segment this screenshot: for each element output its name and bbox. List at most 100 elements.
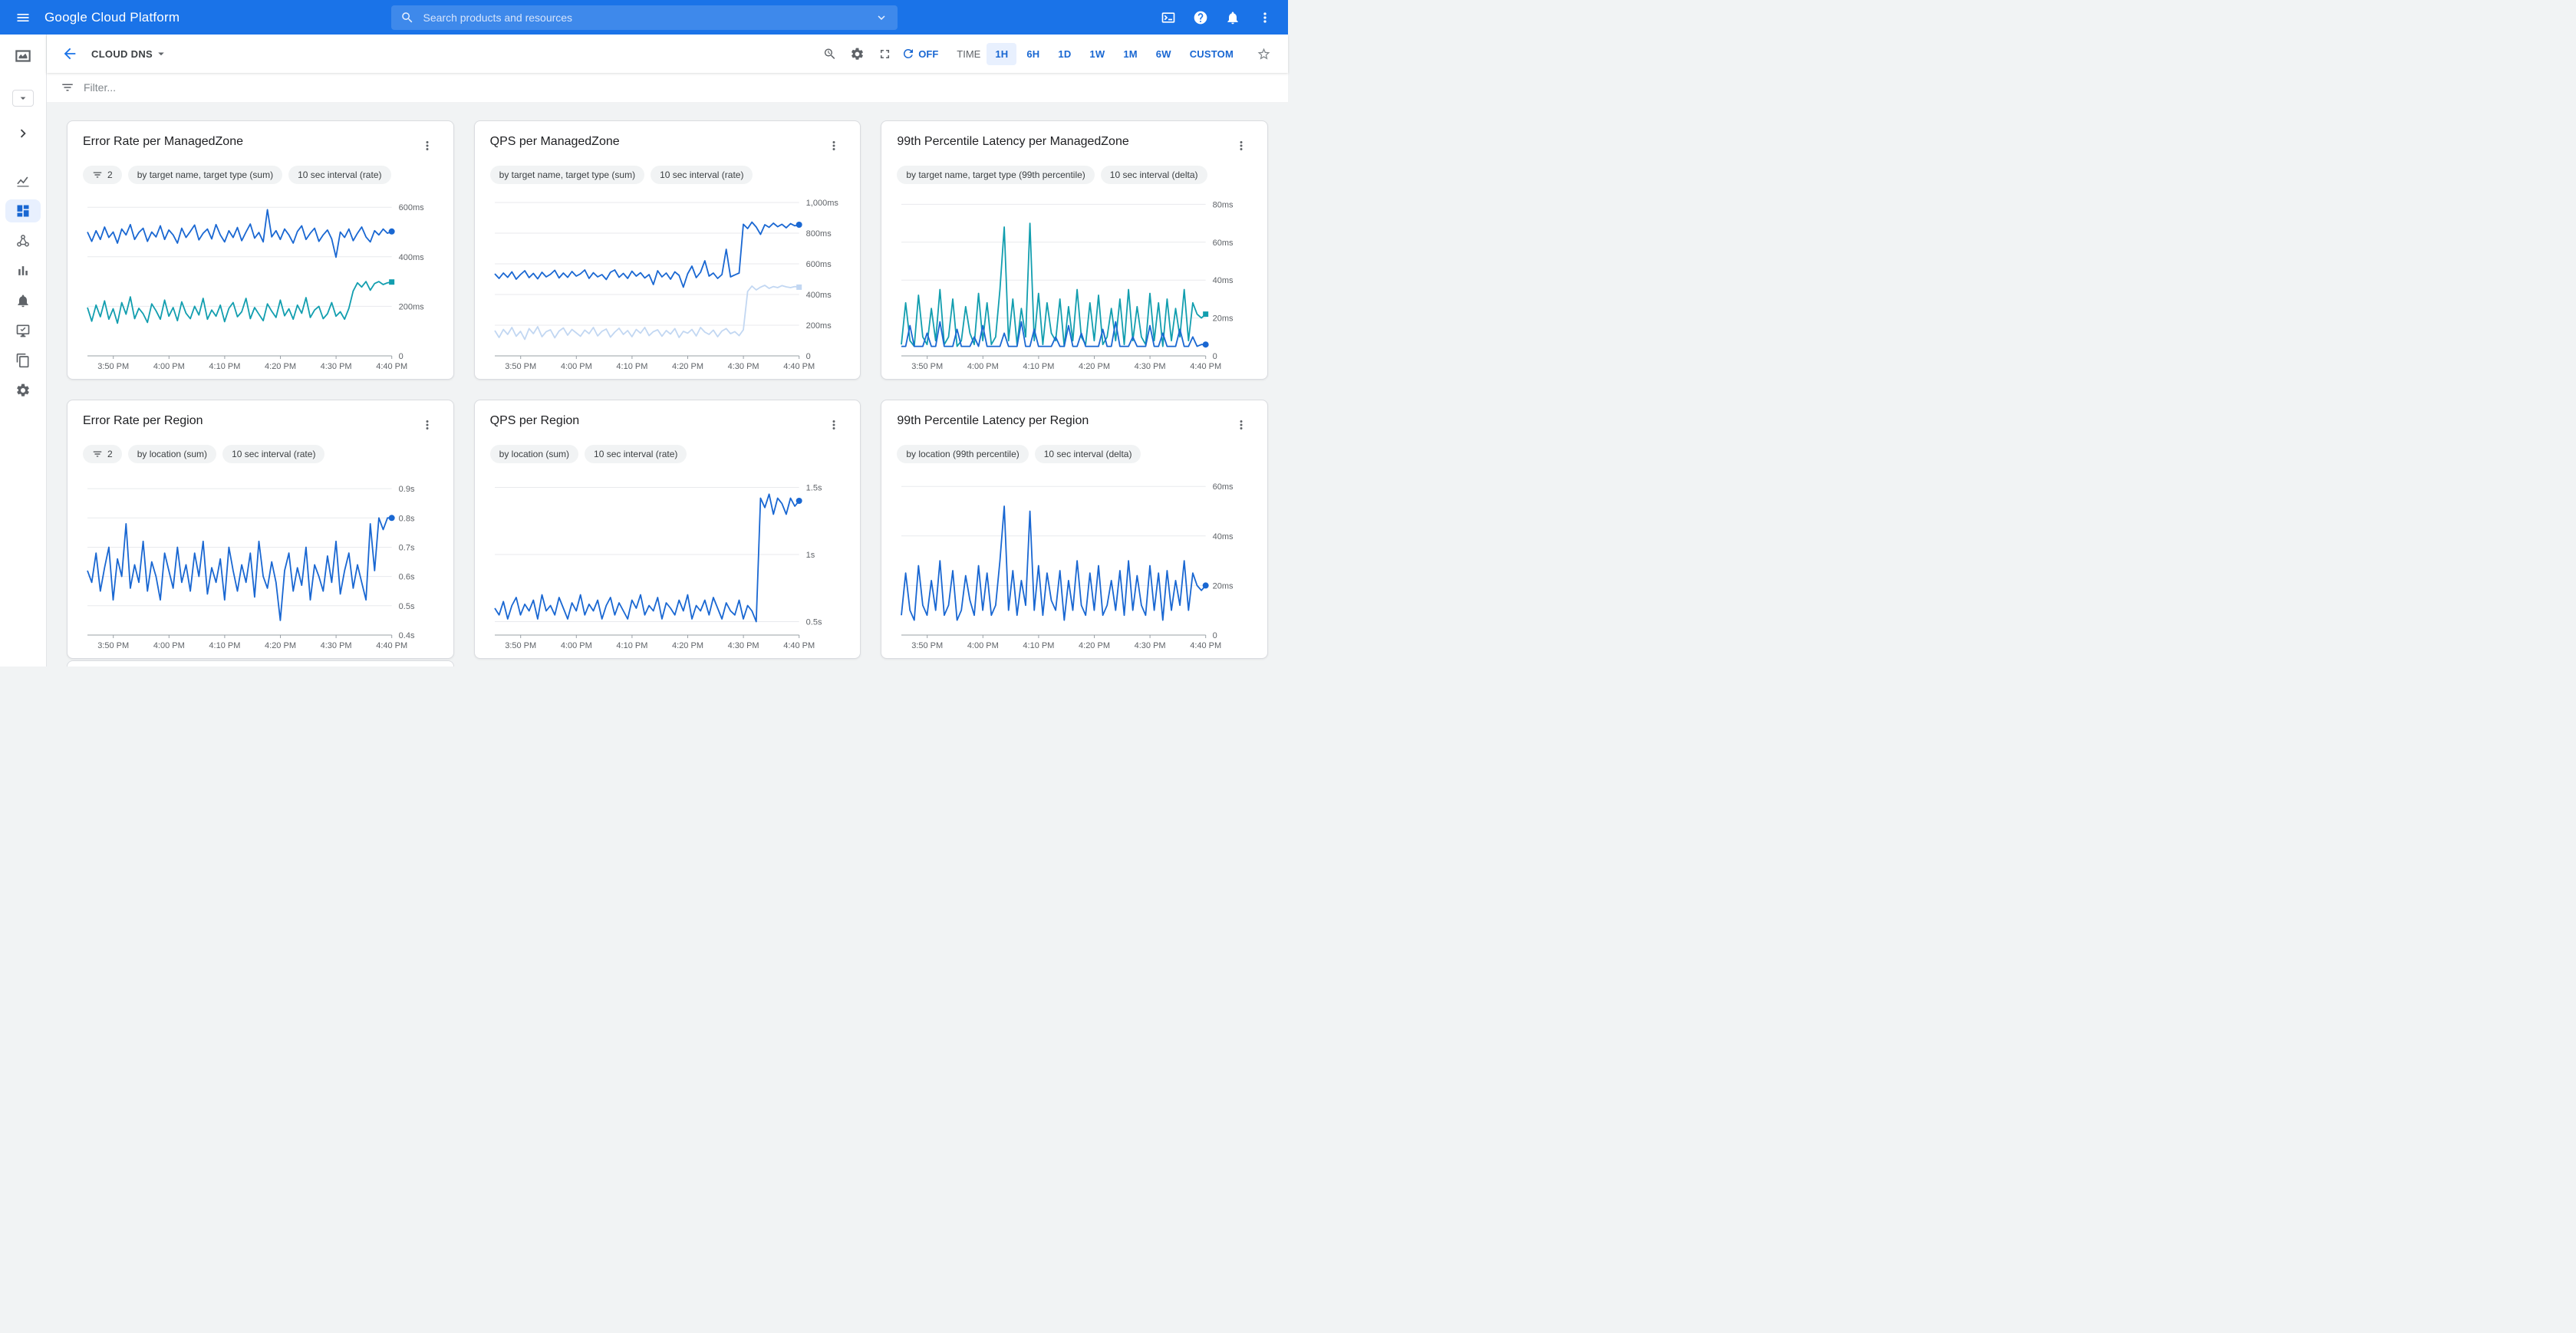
workspace-dropdown-button[interactable] — [12, 90, 34, 107]
chip-row: by target name, target type (sum)10 sec … — [490, 166, 847, 184]
star-button[interactable] — [1250, 40, 1277, 67]
time-range-1m[interactable]: 1M — [1115, 43, 1145, 65]
timeseries-chart[interactable]: 1.5s1s0.5s3:50 PM4:00 PM4:10 PM4:20 PM4:… — [490, 466, 847, 653]
filter-count: 2 — [107, 449, 113, 459]
metrics-explorer-icon — [15, 263, 31, 278]
svg-text:3:50 PM: 3:50 PM — [97, 362, 129, 371]
dashboard-filter-input[interactable]: Filter... — [84, 81, 116, 94]
svg-text:3:50 PM: 3:50 PM — [505, 641, 536, 650]
chart-options-button[interactable] — [822, 413, 846, 437]
partial-card — [67, 660, 454, 666]
svg-text:4:20 PM: 4:20 PM — [672, 362, 703, 371]
svg-text:1.5s: 1.5s — [805, 484, 822, 493]
svg-text:400ms: 400ms — [805, 291, 832, 300]
more-options-button[interactable] — [1250, 2, 1280, 33]
timeseries-chart[interactable]: 1,000ms800ms600ms400ms200ms03:50 PM4:00 … — [490, 187, 847, 374]
svg-text:0.9s: 0.9s — [399, 485, 415, 494]
time-range-1h[interactable]: 1H — [987, 43, 1016, 65]
svg-text:4:10 PM: 4:10 PM — [209, 641, 240, 650]
chip-row: by target name, target type (99th percen… — [897, 166, 1253, 184]
chart-options-button[interactable] — [415, 413, 440, 437]
time-range-custom[interactable]: CUSTOM — [1181, 43, 1242, 65]
time-search-button[interactable] — [815, 40, 843, 67]
timeseries-chart[interactable]: 600ms400ms200ms03:50 PM4:00 PM4:10 PM4:2… — [83, 187, 440, 374]
time-range-6h[interactable]: 6H — [1018, 43, 1048, 65]
search-bar[interactable]: Search products and resources — [391, 5, 898, 30]
filter-count: 2 — [107, 170, 113, 180]
svg-text:0: 0 — [399, 352, 404, 361]
chip-row: 2by target name, target type (sum)10 sec… — [83, 166, 440, 184]
aggregation-chip: 10 sec interval (rate) — [288, 166, 390, 184]
chip-row: by location (99th percentile)10 sec inte… — [897, 445, 1253, 463]
chart-title: Error Rate per ManagedZone — [83, 133, 243, 149]
auto-refresh-button[interactable]: OFF — [901, 47, 938, 61]
svg-text:600ms: 600ms — [399, 203, 425, 212]
dashboard-toolbar: CLOUD DNS OFF TIME 1H6H1D1W1M6WCUSTOM — [47, 35, 1288, 73]
svg-text:4:30 PM: 4:30 PM — [1135, 362, 1166, 371]
sidebar-item-groups[interactable] — [0, 225, 46, 255]
aggregation-chip: by location (sum) — [490, 445, 578, 463]
filter-icon — [61, 81, 74, 94]
back-button[interactable] — [54, 38, 85, 69]
sidebar-item-settings[interactable] — [0, 375, 46, 405]
svg-text:0: 0 — [1213, 352, 1217, 361]
search-icon — [400, 11, 414, 25]
svg-text:4:00 PM: 4:00 PM — [153, 641, 185, 650]
chip-row: 2by location (sum)10 sec interval (rate) — [83, 445, 440, 463]
chart-options-button[interactable] — [822, 133, 846, 158]
dashboard-content: Error Rate per ManagedZone2by target nam… — [47, 102, 1288, 666]
sidebar-item-metrics-explorer[interactable] — [0, 255, 46, 285]
fullscreen-button[interactable] — [871, 40, 898, 67]
svg-text:0.5s: 0.5s — [805, 618, 822, 627]
groups-icon — [15, 233, 31, 248]
svg-text:4:00 PM: 4:00 PM — [560, 641, 591, 650]
svg-text:4:20 PM: 4:20 PM — [1079, 362, 1110, 371]
sidebar-item-overview[interactable] — [0, 166, 46, 196]
sidebar — [0, 35, 47, 666]
svg-text:1,000ms: 1,000ms — [805, 199, 838, 208]
svg-text:200ms: 200ms — [805, 321, 832, 331]
svg-text:4:30 PM: 4:30 PM — [1135, 641, 1166, 650]
svg-text:4:40 PM: 4:40 PM — [376, 362, 407, 371]
timeseries-chart[interactable]: 0.9s0.8s0.7s0.6s0.5s0.4s3:50 PM4:00 PM4:… — [83, 466, 440, 653]
sidebar-item-services[interactable] — [0, 345, 46, 375]
dashboard-selector[interactable]: CLOUD DNS — [91, 47, 168, 61]
menu-icon[interactable] — [8, 2, 38, 33]
settings-button[interactable] — [843, 40, 871, 67]
filter-count-chip[interactable]: 2 — [83, 166, 122, 184]
svg-text:4:20 PM: 4:20 PM — [672, 641, 703, 650]
sidebar-item-uptime-checks[interactable] — [0, 315, 46, 345]
chart-options-button[interactable] — [1229, 413, 1253, 437]
help-button[interactable] — [1185, 2, 1216, 33]
topbar: Google Cloud Platform Search products an… — [0, 0, 1288, 35]
notifications-button[interactable] — [1217, 2, 1248, 33]
dashboard-name: CLOUD DNS — [91, 48, 153, 60]
overview-icon — [15, 173, 31, 189]
topbar-actions — [1153, 2, 1280, 33]
svg-text:4:30 PM: 4:30 PM — [321, 641, 352, 650]
sidebar-item-alerting[interactable] — [0, 285, 46, 315]
time-range-1d[interactable]: 1D — [1049, 43, 1079, 65]
timeseries-chart[interactable]: 60ms40ms20ms03:50 PM4:00 PM4:10 PM4:20 P… — [897, 466, 1253, 653]
time-range-6w[interactable]: 6W — [1148, 43, 1180, 65]
svg-text:80ms: 80ms — [1213, 200, 1234, 209]
cloud-shell-button[interactable] — [1153, 2, 1184, 33]
expand-sidebar-button[interactable] — [15, 125, 31, 144]
chart-card-5: QPS per Regionby location (sum)10 sec in… — [474, 400, 861, 659]
sidebar-item-dashboards[interactable] — [0, 196, 46, 225]
chevron-down-icon[interactable] — [875, 11, 888, 25]
kebab-icon — [827, 139, 841, 153]
aggregation-chip: by location (sum) — [128, 445, 216, 463]
timeseries-chart[interactable]: 80ms60ms40ms20ms03:50 PM4:00 PM4:10 PM4:… — [897, 187, 1253, 374]
chart-options-button[interactable] — [415, 133, 440, 158]
svg-text:3:50 PM: 3:50 PM — [97, 641, 129, 650]
svg-text:0.5s: 0.5s — [399, 602, 415, 611]
svg-text:4:10 PM: 4:10 PM — [1023, 362, 1055, 371]
chart-options-button[interactable] — [1229, 133, 1253, 158]
svg-text:0.8s: 0.8s — [399, 514, 415, 523]
aggregation-chip: by location (99th percentile) — [897, 445, 1028, 463]
time-range-1w[interactable]: 1W — [1081, 43, 1113, 65]
refresh-icon — [901, 47, 915, 61]
filter-count-chip[interactable]: 2 — [83, 445, 122, 463]
sidebar-nav — [0, 166, 46, 405]
